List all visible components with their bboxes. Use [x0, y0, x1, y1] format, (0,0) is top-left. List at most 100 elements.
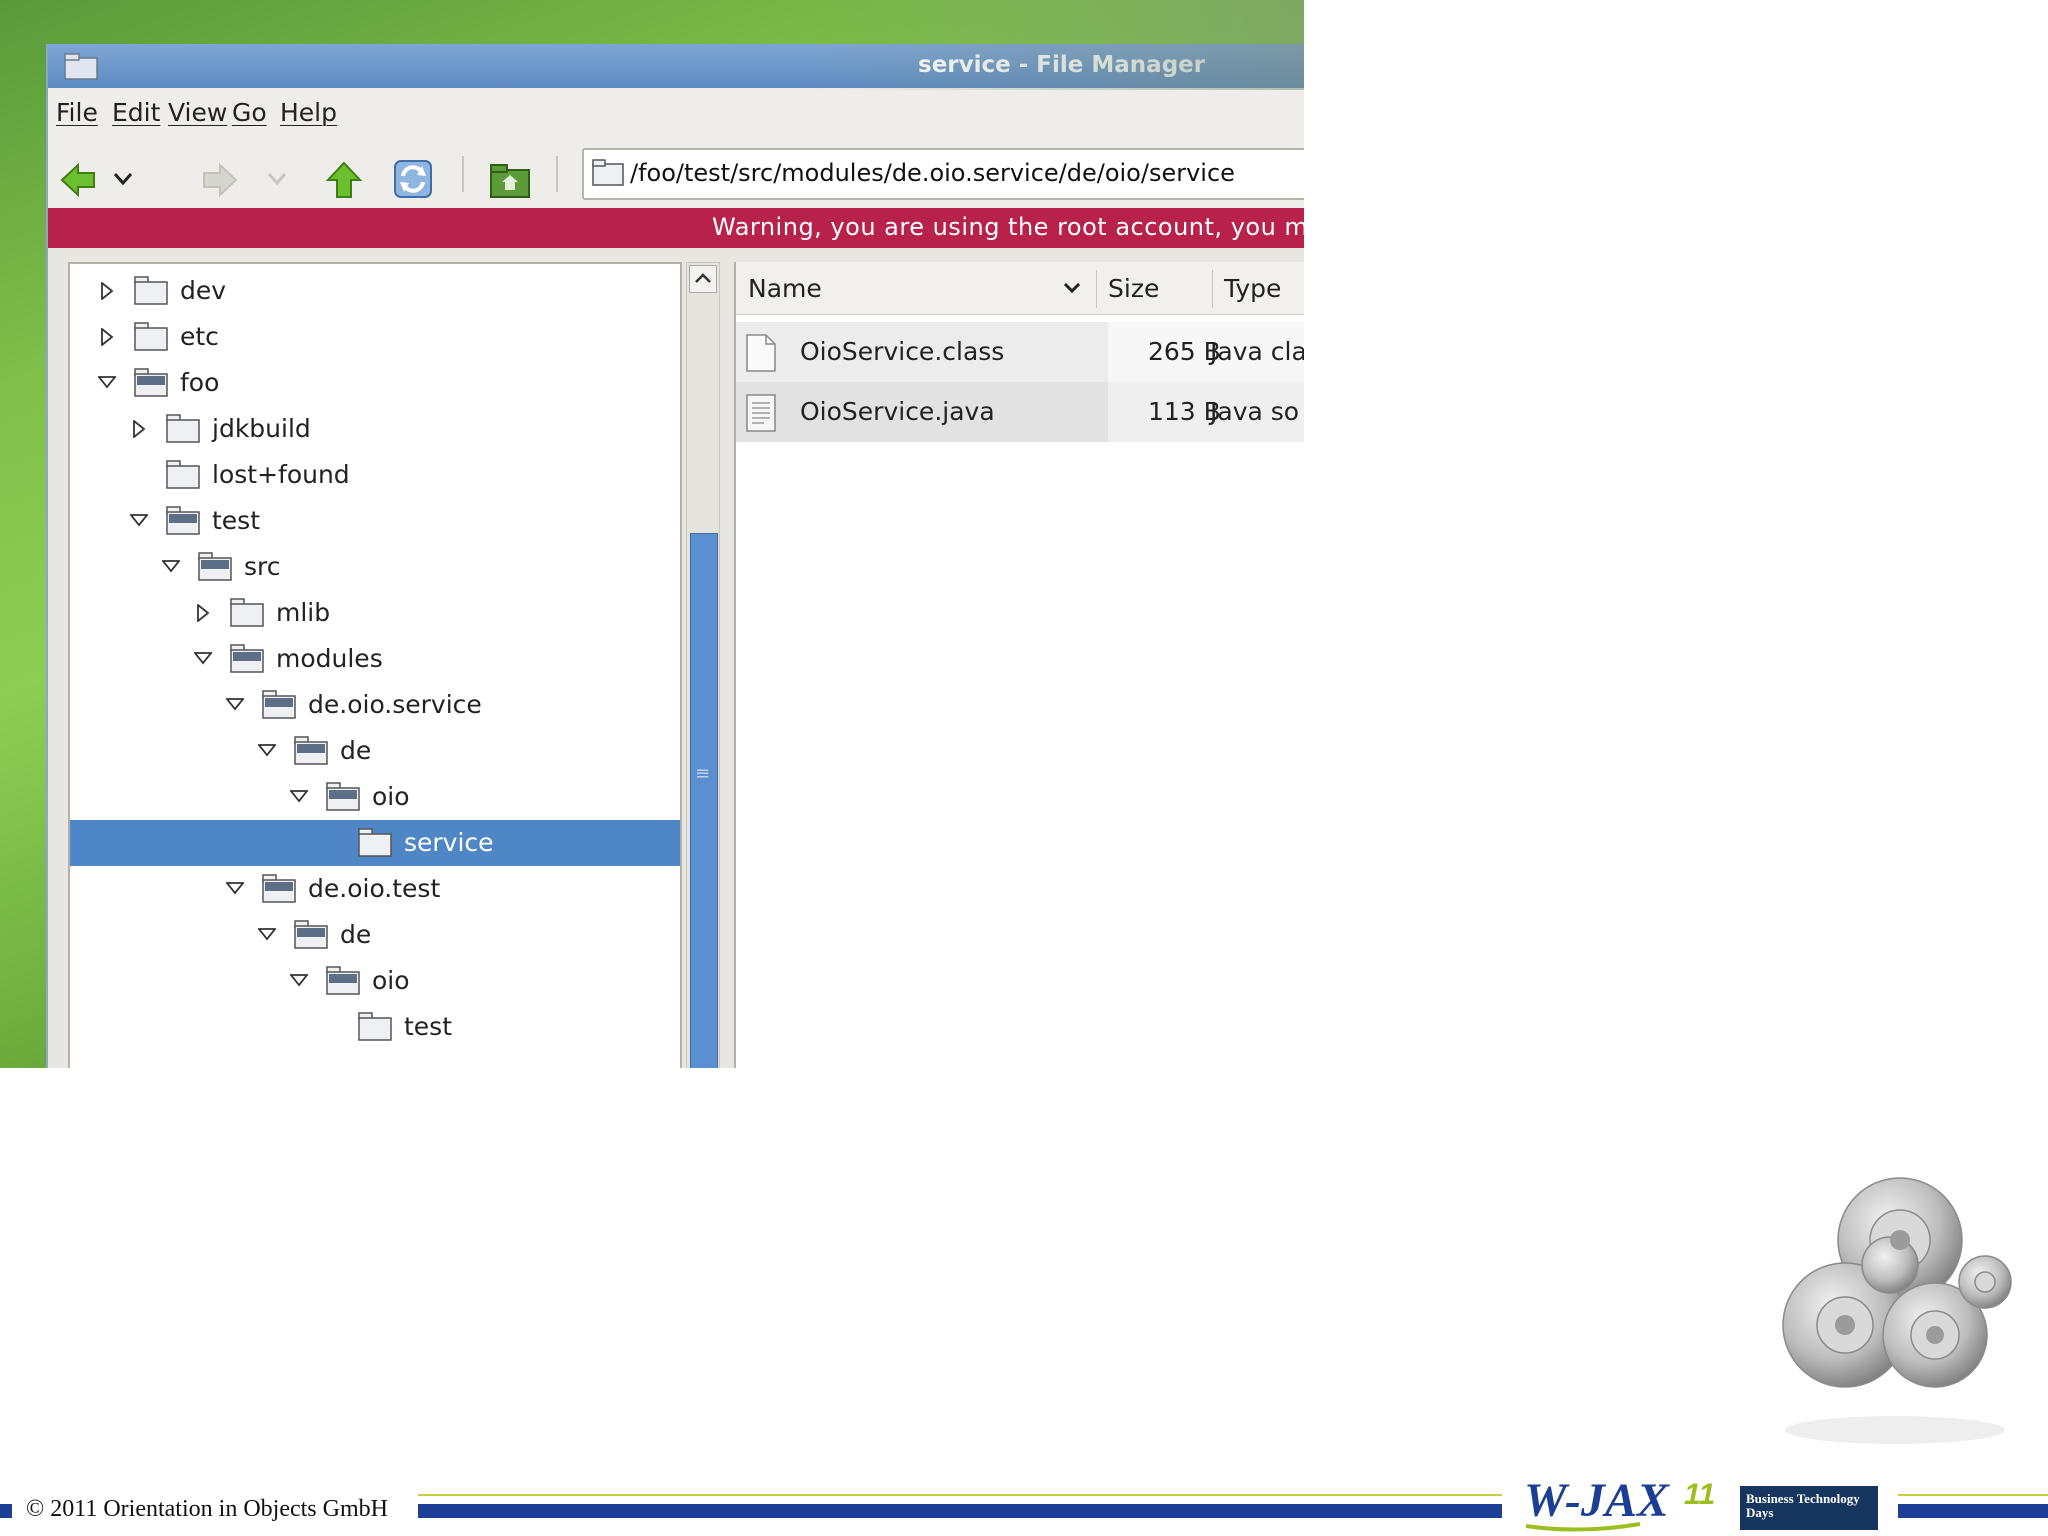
tree-item[interactable]: service [70, 820, 680, 866]
tree-item-label: mlib [276, 598, 331, 627]
menu-go[interactable]: Go [232, 98, 267, 127]
tree-item-label: jdkbuild [212, 414, 311, 443]
file-list: Name Size Type OioService.class 265 B Ja [734, 262, 1304, 1068]
menu-view[interactable]: View [168, 98, 227, 127]
window-menu-icon[interactable] [64, 52, 98, 80]
folder-open-icon [294, 736, 328, 765]
tree-item[interactable]: lost+found [70, 452, 680, 498]
column-size-header[interactable]: Size [1108, 274, 1159, 303]
scroll-up-button[interactable] [689, 265, 717, 293]
folder-open-icon [326, 782, 360, 811]
back-history-chevron-icon[interactable] [112, 170, 134, 188]
tree-item-label: test [212, 506, 261, 535]
tree-expanded-icon[interactable] [226, 696, 244, 714]
sort-chevron-icon[interactable] [1062, 280, 1082, 296]
tree-item[interactable]: test [70, 1004, 680, 1050]
column-separator[interactable] [1212, 270, 1213, 308]
tree-expanded-icon[interactable] [258, 926, 276, 944]
menu-help[interactable]: Help [280, 98, 337, 127]
back-arrow-icon[interactable] [58, 160, 98, 200]
up-arrow-icon[interactable] [324, 160, 364, 200]
menu-edit[interactable]: Edit [112, 98, 160, 127]
forward-history-chevron-icon[interactable] [266, 170, 288, 188]
tree-item[interactable]: de.oio.service [70, 682, 680, 728]
reload-icon[interactable] [392, 158, 434, 200]
file-row[interactable]: OioService.java 113 B Java so [736, 382, 1304, 442]
column-type-header[interactable]: Type [1224, 274, 1281, 303]
folder-icon [358, 828, 392, 857]
forward-arrow-icon[interactable] [200, 160, 240, 200]
tree-item[interactable]: de.oio.test [70, 866, 680, 912]
file-row[interactable]: OioService.class 265 B Java cla [736, 322, 1304, 382]
root-warning-bar: Warning, you are using the root account,… [48, 208, 1304, 248]
tree-expanded-icon[interactable] [98, 374, 116, 392]
tree-item[interactable]: test [70, 498, 680, 544]
footer-accent-line-right [1898, 1494, 2048, 1496]
tree-item[interactable]: de [70, 912, 680, 958]
tree-item-label: oio [372, 782, 410, 811]
tree-item-label: de [340, 920, 372, 949]
tree-scrollbar[interactable]: ≡ [686, 262, 720, 1068]
column-separator[interactable] [1096, 270, 1097, 308]
folder-open-icon [326, 966, 360, 995]
tree-item[interactable]: jdkbuild [70, 406, 680, 452]
tree-item[interactable]: dev [70, 268, 680, 314]
tree-item-label: modules [276, 644, 383, 673]
tree-item-label: etc [180, 322, 219, 351]
root-warning-text: Warning, you are using the root account,… [712, 213, 1304, 241]
scroll-grip: ≡ [695, 763, 711, 784]
tree-expanded-icon[interactable] [130, 512, 148, 530]
tree-item[interactable]: oio [70, 958, 680, 1004]
file-name: OioService.class [800, 337, 1005, 366]
tree-expanded-icon[interactable] [194, 650, 212, 668]
tree-item[interactable]: foo [70, 360, 680, 406]
folder-open-icon [262, 690, 296, 719]
tree-item[interactable]: src [70, 544, 680, 590]
tree-collapsed-icon[interactable] [98, 282, 116, 300]
home-icon[interactable] [488, 160, 532, 200]
tree-item-label: de.oio.test [308, 874, 441, 903]
tree-item-label: foo [180, 368, 220, 397]
title-bar[interactable]: service - File Manager [48, 44, 1304, 88]
menu-file[interactable]: File [56, 98, 98, 127]
gears-illustration-icon [1782, 1177, 2012, 1444]
tree-item[interactable]: oio [70, 774, 680, 820]
folder-icon [166, 460, 200, 489]
location-path[interactable]: /foo/test/src/modules/de.oio.service/de/… [630, 159, 1235, 187]
menu-bar: File Edit View Go Help [48, 88, 1304, 136]
wjax-logo: W-JAX 11 [1524, 1474, 1715, 1532]
tree-expanded-icon[interactable] [290, 788, 308, 806]
scroll-thumb[interactable] [690, 533, 718, 1068]
text-file-icon [746, 394, 776, 432]
tree-item[interactable]: etc [70, 314, 680, 360]
folder-open-icon [198, 552, 232, 581]
business-technology-days-logo: Business Technology Days [1740, 1486, 1878, 1530]
folder-icon [134, 322, 168, 351]
tree-item[interactable]: mlib [70, 590, 680, 636]
folder-tree[interactable]: dev etc foo jdkbuild lost+found test src mlib mo… [68, 262, 682, 1068]
tree-expanded-icon[interactable] [258, 742, 276, 760]
tree-item-label: oio [372, 966, 410, 995]
tree-item-label: dev [180, 276, 227, 305]
tree-expanded-icon[interactable] [226, 880, 244, 898]
tree-expanded-icon[interactable] [162, 558, 180, 576]
tree-collapsed-icon[interactable] [98, 328, 116, 346]
tree-item[interactable]: modules [70, 636, 680, 682]
location-bar[interactable]: /foo/test/src/modules/de.oio.service/de/… [582, 148, 1304, 200]
tree-item[interactable]: de [70, 728, 680, 774]
file-manager-window: service - File Manager File Edit View Go… [46, 44, 1304, 1068]
file-type: Java cla [1210, 337, 1304, 366]
folder-open-icon [230, 644, 264, 673]
file-name: OioService.java [800, 397, 995, 426]
tree-collapsed-icon[interactable] [130, 420, 148, 438]
footer-bar [418, 1504, 1502, 1518]
folder-open-icon [134, 368, 168, 397]
tree-collapsed-icon[interactable] [194, 604, 212, 622]
tree-expanded-icon[interactable] [290, 972, 308, 990]
window-title: service - File Manager [918, 52, 1206, 78]
chevron-up-icon [695, 273, 711, 283]
column-name-header[interactable]: Name [748, 274, 822, 303]
tree-item-label: src [244, 552, 281, 581]
binary-file-icon [746, 334, 776, 372]
desktop-background: service - File Manager File Edit View Go… [0, 0, 1304, 1068]
